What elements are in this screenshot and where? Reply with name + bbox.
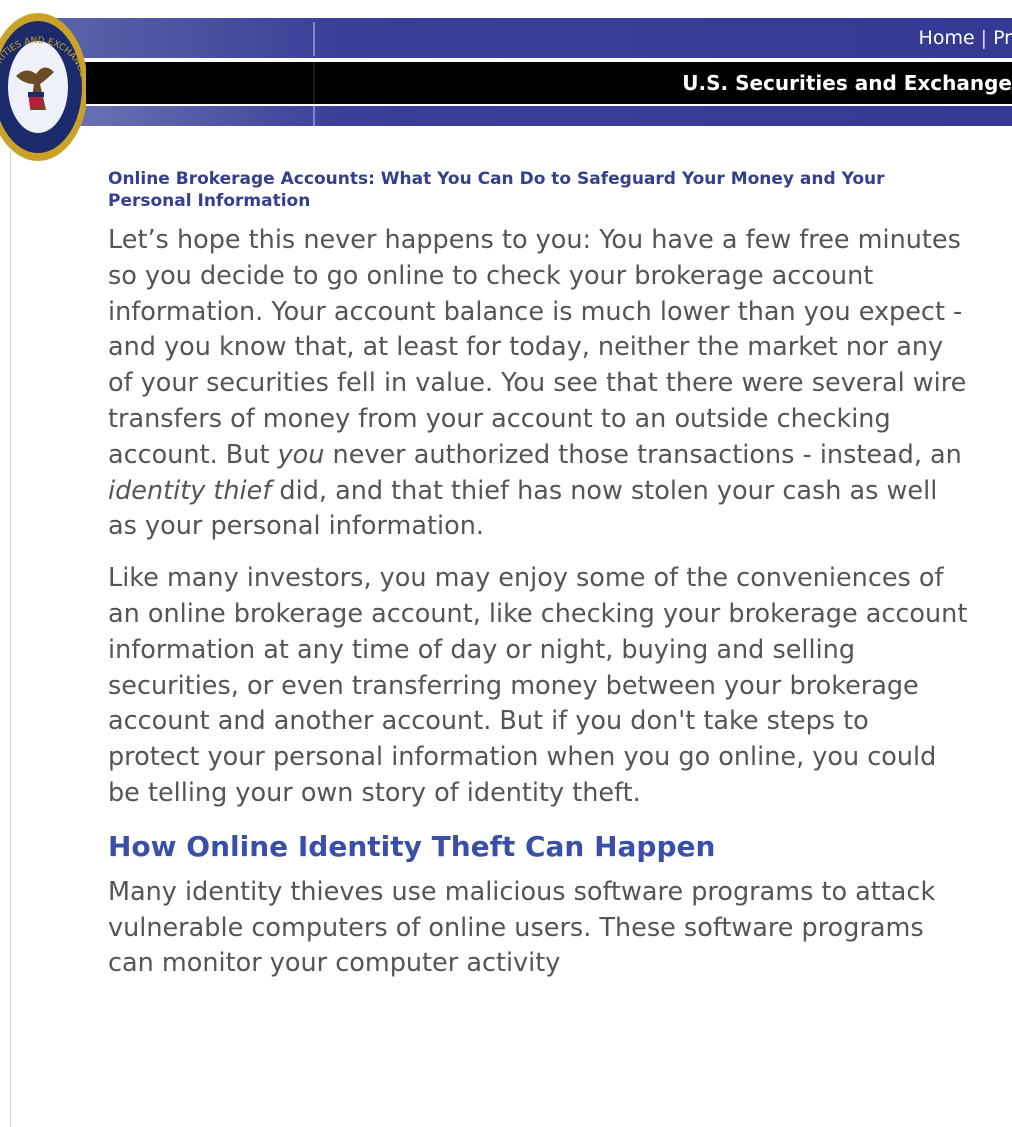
intro-emphasis-you: you: [277, 439, 325, 470]
top-nav-links: Home | Pr: [919, 27, 1012, 49]
sec-seal-icon[interactable]: SECURITIES AND EXCHANGE COMMISSION: [0, 10, 86, 164]
header-divider: [313, 22, 315, 56]
article-content: Online Brokerage Accounts: What You Can …: [108, 168, 968, 982]
site-header: Home|Pr U.S. Securities and Exchange SEC…: [0, 0, 1012, 161]
intro-text-part-2: never authorized those transactions - in…: [324, 439, 962, 470]
content-left-rule: [10, 150, 11, 1127]
identity-theft-paragraph: Many identity thieves use malicious soft…: [108, 876, 936, 979]
page-title: Online Brokerage Accounts: What You Can …: [108, 169, 885, 211]
header-divider: [313, 62, 315, 104]
nav-link-home[interactable]: Home: [919, 27, 975, 49]
convenience-paragraph: Like many investors, you may enjoy some …: [108, 563, 968, 808]
header-accent-bar: [55, 106, 1012, 126]
intro-paragraph: Let’s hope this never happens to you: Yo…: [108, 223, 968, 545]
agency-name: U.S. Securities and Exchange: [682, 71, 1012, 95]
nav-link-partial[interactable]: Pr: [993, 27, 1012, 49]
header-divider: [313, 106, 315, 126]
intro-emphasis-identity-thief: identity thief: [108, 475, 272, 506]
header-agency-bar: U.S. Securities and Exchange: [55, 62, 1012, 104]
section-heading: How Online Identity Theft Can Happen: [108, 829, 716, 863]
nav-separator: |: [980, 27, 988, 49]
header-nav-bar: Home | Pr: [55, 18, 1012, 58]
intro-text-part-1: Let’s hope this never happens to you: Yo…: [108, 225, 967, 470]
